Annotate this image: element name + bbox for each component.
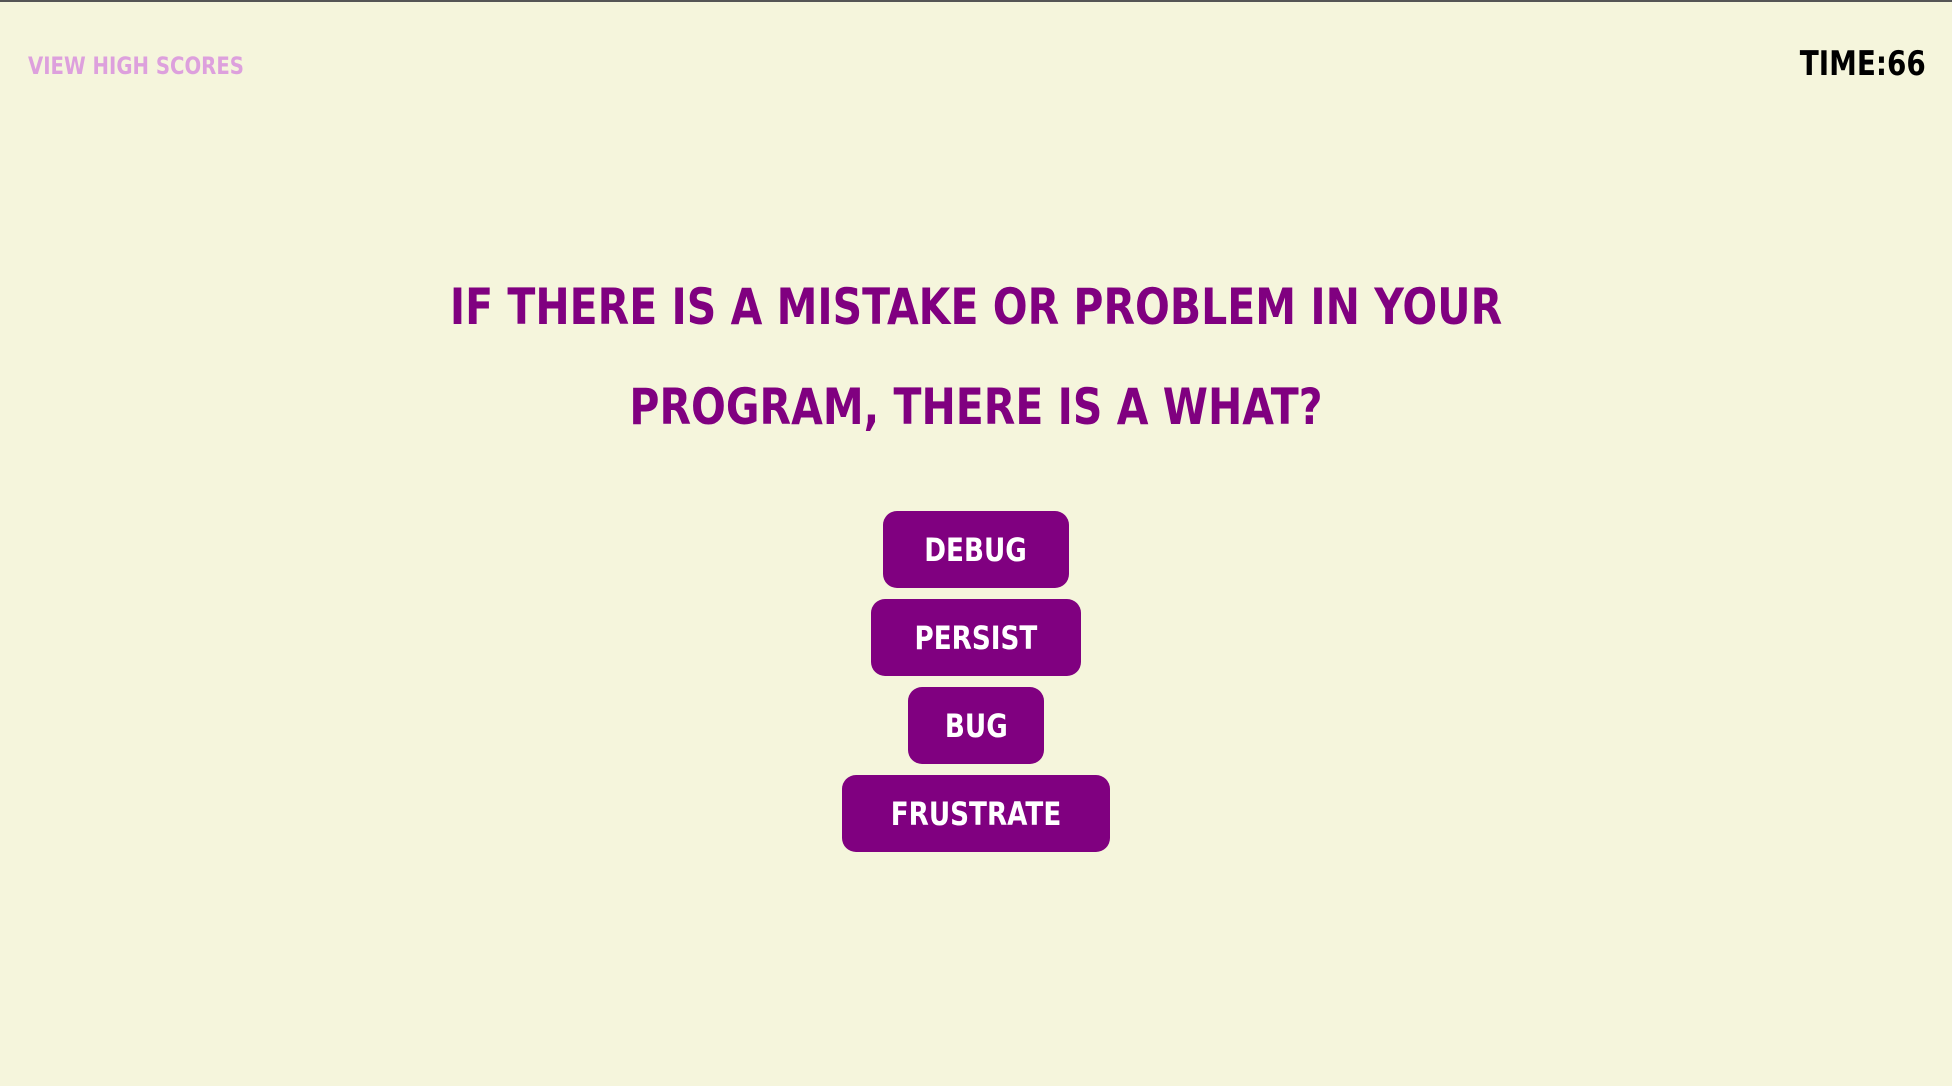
answer-button-frustrate[interactable]: frustrate [842,775,1110,852]
header: View High Scores Time:66 [0,2,1952,132]
answer-label: frustrate [890,794,1062,833]
answer-choices: debug persist bug frustrate [0,511,1952,852]
answer-button-persist[interactable]: persist [871,599,1081,676]
quiz-container: If there is a mistake or problem in your… [0,257,1952,852]
question-text: If there is a mistake or problem in your… [449,278,1503,436]
answer-button-bug[interactable]: bug [907,687,1045,764]
timer-display: Time:66 [1799,44,1926,84]
answer-label: persist [914,618,1038,657]
view-high-scores-link[interactable]: View High Scores [28,52,244,80]
answer-button-debug[interactable]: debug [883,511,1069,588]
answer-label: debug [924,530,1028,569]
answer-label: bug [944,706,1008,745]
